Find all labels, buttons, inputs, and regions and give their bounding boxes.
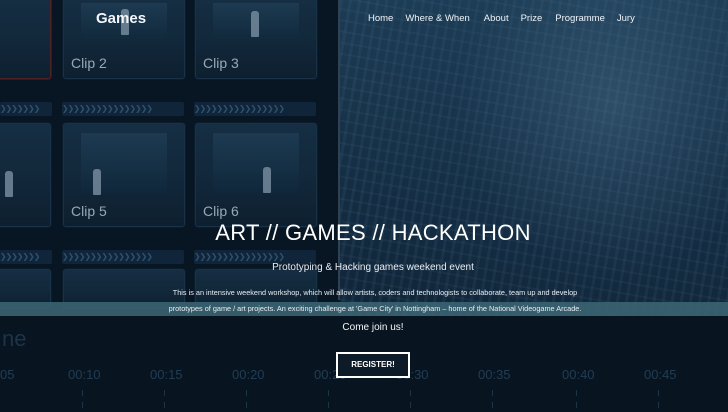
- nav-item-prize[interactable]: Prize: [521, 13, 543, 24]
- hero-subtitle: Prototyping & Hacking games weekend even…: [272, 262, 474, 273]
- nav-item-home[interactable]: Home: [368, 13, 393, 24]
- hero-overlay: [0, 0, 728, 412]
- description-line: This is an intensive weekend workshop, w…: [172, 288, 578, 297]
- hero-description: This is an intensive weekend workshop, w…: [130, 285, 620, 317]
- call-to-action-text: Come join us!: [342, 322, 404, 333]
- page: Clip 2 Clip 3 ❯❯❯❯❯❯❯ ❯❯❯❯❯❯❯❯❯❯❯❯❯❯❯❯ ❯…: [0, 0, 728, 412]
- hero-title: ART // GAMES // HACKATHON: [215, 220, 531, 245]
- brand-logo-link[interactable]: Games: [96, 10, 146, 27]
- nav-item-programme[interactable]: Programme: [555, 13, 605, 24]
- description-line: prototypes of game / art projects. An ex…: [168, 304, 582, 313]
- nav-item-jury[interactable]: Jury: [617, 13, 635, 24]
- nav-item-about[interactable]: About: [484, 13, 509, 24]
- nav-item-where-when[interactable]: Where & When: [405, 13, 469, 24]
- main-nav: Home Where & When About Prize Programme …: [368, 13, 635, 24]
- register-button[interactable]: REGISTER!: [336, 352, 410, 378]
